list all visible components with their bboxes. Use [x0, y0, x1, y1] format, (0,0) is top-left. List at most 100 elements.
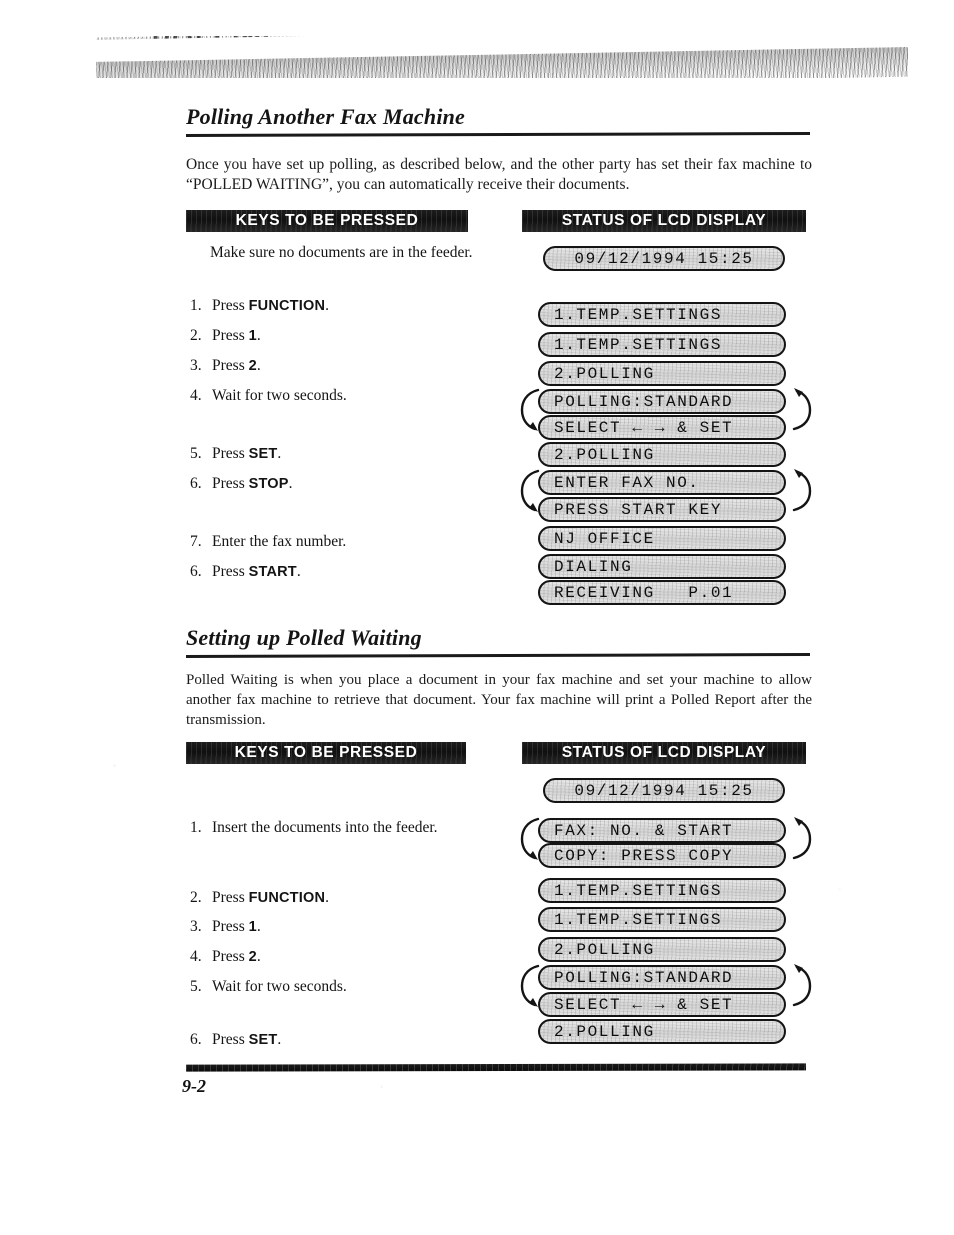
lcd-text: NJ OFFICE — [554, 529, 655, 548]
lcd-text: 1.TEMP.SETTINGS — [554, 305, 723, 324]
section-2-intro: Polled Waiting is when you place a docum… — [186, 672, 812, 728]
step-text: Press STOP. — [212, 475, 293, 492]
step-item: 5. Wait for two seconds. — [190, 977, 490, 997]
step-item: 6. Press START. — [190, 562, 490, 582]
section-1-rule — [185, 132, 811, 137]
section-2-rule — [185, 653, 811, 658]
page-number: 9-2 — [182, 1076, 206, 1096]
alternation-arrow-right-icon — [790, 962, 816, 1010]
lcd-display: 09/12/1994 15:25 — [543, 778, 785, 803]
lcd-display: POLLING:STANDARD — [538, 965, 786, 990]
lcd-text: RECEIVING P.01 — [554, 583, 734, 602]
lcd-text: 09/12/1994 15:25 — [574, 781, 754, 800]
lcd-display: 2.POLLING — [538, 442, 786, 467]
lcd-display: 1.TEMP.SETTINGS — [538, 878, 786, 903]
section-1-steps: 1. Press FUNCTION. 2. Press 1. 3. Press … — [190, 296, 490, 586]
lcd-display: DIALING — [538, 554, 786, 579]
alternation-arrow-left-icon — [516, 815, 542, 863]
lcd-display: SELECT ← → & SET — [538, 415, 786, 440]
lcd-text: SELECT ← → & SET — [554, 995, 734, 1014]
step-item: 7. Enter the fax number. — [190, 532, 490, 552]
step-number: 5. — [190, 445, 202, 462]
keys-column-header-2: KEYS TO BE PRESSED — [186, 742, 466, 764]
step-number: 4. — [190, 948, 202, 965]
step-number: 3. — [190, 918, 202, 935]
step-text: Press 2. — [212, 357, 261, 374]
lcd-text: POLLING:STANDARD — [554, 392, 734, 411]
step-number: 1. — [190, 819, 202, 836]
lcd-display: RECEIVING P.01 — [538, 580, 786, 605]
lcd-display: POLLING:STANDARD — [538, 389, 786, 414]
lcd-display: FAX: NO. & START — [538, 818, 786, 843]
step-text: Press START. — [212, 563, 301, 580]
step-text: Press 2. — [212, 948, 261, 965]
lcd-text: POLLING:STANDARD — [554, 968, 734, 987]
lcd-text: DIALING — [554, 557, 633, 576]
step-number: 3. — [190, 357, 202, 374]
step-number: 6. — [190, 563, 202, 580]
keys-column-header-label-2: KEYS TO BE PRESSED — [234, 744, 418, 761]
lcd-text: SELECT ← → & SET — [554, 418, 734, 437]
status-column-header-label-1: STATUS OF LCD DISPLAY — [561, 212, 767, 229]
step-number: 7. — [190, 533, 202, 550]
running-header-band: POLLING — [96, 36, 908, 78]
lcd-text: 2.POLLING — [554, 364, 655, 383]
step-text: Enter the fax number. — [212, 533, 347, 550]
step-item: 2. Press FUNCTION. — [190, 888, 490, 908]
step-text: Press FUNCTION. — [212, 889, 329, 906]
lcd-display: PRESS START KEY — [538, 497, 786, 522]
lcd-display: 2.POLLING — [538, 361, 786, 386]
step-item: 3. Press 2. — [190, 356, 490, 376]
footer-rule — [185, 1063, 807, 1072]
step-number: 1. — [190, 297, 202, 314]
section-2-steps: 1. Insert the documents into the feeder.… — [190, 818, 480, 1048]
document-page: POLLING Polling Another Fax Machine Once… — [0, 0, 954, 1235]
step-number: 2. — [190, 889, 202, 906]
step-number: 6. — [190, 475, 202, 492]
lcd-text: 09/12/1994 15:25 — [574, 249, 754, 268]
section-2-title: Setting up Polled Waiting — [186, 625, 422, 650]
step-item: 5. Press SET. — [190, 444, 490, 464]
lcd-display: NJ OFFICE — [538, 526, 786, 551]
step-item: 6. Press SET. — [190, 1030, 490, 1050]
lcd-text: PRESS START KEY — [554, 500, 723, 519]
step-text: Press FUNCTION. — [212, 297, 329, 314]
section-1-note: Make sure no documents are in the feeder… — [210, 244, 473, 261]
lcd-display: SELECT ← → & SET — [538, 992, 786, 1017]
step-number: 5. — [190, 978, 202, 995]
step-item: 3. Press 1. — [190, 917, 490, 937]
step-item: 4. Wait for two seconds. — [190, 386, 490, 406]
section-1-title: Polling Another Fax Machine — [186, 104, 466, 129]
lcd-display: COPY: PRESS COPY — [538, 843, 786, 868]
lcd-display: ENTER FAX NO. — [538, 470, 786, 495]
step-item: 2. Press 1. — [190, 326, 490, 346]
lcd-text: FAX: NO. & START — [554, 821, 734, 840]
lcd-display: 2.POLLING — [538, 937, 786, 962]
lcd-text: ENTER FAX NO. — [554, 473, 700, 492]
lcd-text: 2.POLLING — [554, 1022, 655, 1041]
section-1-intro: Once you have set up polling, as describ… — [186, 156, 812, 193]
step-number: 4. — [190, 387, 202, 404]
section-2-heading: Setting up Polled Waiting — [185, 625, 811, 658]
lcd-text: 2.POLLING — [554, 940, 655, 959]
step-text: Press 1. — [212, 327, 261, 344]
step-text: Wait for two seconds. — [212, 978, 347, 995]
keys-column-header-label-1: KEYS TO BE PRESSED — [235, 212, 419, 229]
step-item: 1. Press FUNCTION. — [190, 296, 490, 316]
alternation-arrow-left-icon — [516, 467, 542, 515]
step-text: Press SET. — [212, 445, 282, 462]
alternation-arrow-left-icon — [516, 386, 542, 434]
status-column-header-2: STATUS OF LCD DISPLAY — [522, 742, 806, 764]
step-text: Wait for two seconds. — [212, 387, 347, 404]
alternation-arrow-right-icon — [790, 386, 816, 434]
keys-column-header-1: KEYS TO BE PRESSED — [186, 210, 468, 232]
status-column-header-1: STATUS OF LCD DISPLAY — [522, 210, 806, 232]
lcd-display: 1.TEMP.SETTINGS — [538, 332, 786, 357]
lcd-text: 1.TEMP.SETTINGS — [554, 335, 723, 354]
step-number: 6. — [190, 1031, 202, 1048]
lcd-display: 2.POLLING — [538, 1019, 786, 1044]
section-1-heading: Polling Another Fax Machine — [185, 104, 811, 137]
step-item: 1. Insert the documents into the feeder. — [190, 818, 478, 837]
lcd-display: 09/12/1994 15:25 — [543, 246, 785, 271]
alternation-arrow-right-icon — [790, 815, 816, 863]
